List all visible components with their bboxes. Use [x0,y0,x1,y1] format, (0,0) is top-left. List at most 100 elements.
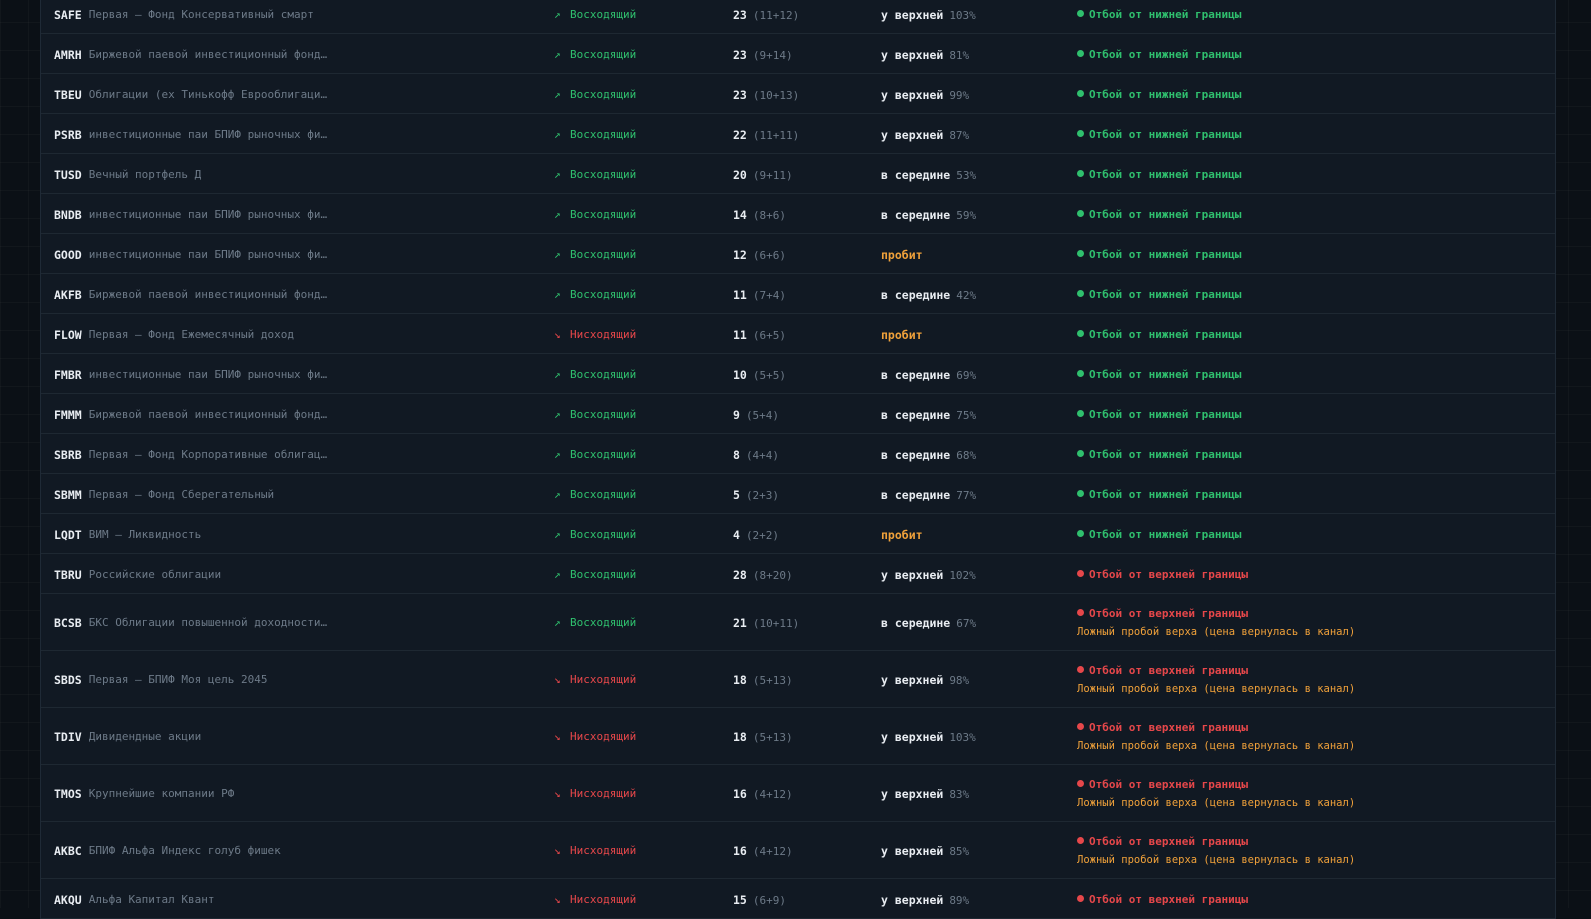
table-row[interactable]: AKBC БПИФ Альфа Индекс голуб фишек ↘ Нисход… [41,822,1555,879]
position-percent: 81% [949,49,970,62]
trend-label: Восходящий [570,408,637,421]
position-label: в середине [881,488,951,502]
fund-cell: FMBR инвестиционные паи БПИФ рыночных фи… [54,368,327,382]
score-detail: (5+4) [745,409,780,422]
fund-name: Первая – БПИФ Моя цель 2045 [88,673,268,686]
position-label: в середине [881,208,951,222]
signal-cell: Отбой от нижней границы [1077,288,1241,301]
signal-cell: Отбой от верхней границы Ложный пробой ве… [1077,721,1355,752]
arrow-up-right-icon: ↗ [554,448,561,461]
table-row[interactable]: FMBR инвестиционные паи БПИФ рыночных фи…… [41,354,1555,394]
signal-label: Отбой от нижней границы [1077,168,1241,181]
score-detail: (5+13) [752,731,793,744]
status-dot-icon [1077,837,1084,844]
score-cell: 18 (5+13) [733,730,793,744]
signal-text: Отбой от нижней границы [1089,128,1242,141]
trend-label: Восходящий [570,288,637,301]
trend-cell: ↗ Восходящий [554,128,636,141]
table-row[interactable]: TMOS Крупнейшие компании РФ ↘ Нисходящий 16 (… [41,765,1555,822]
fund-name: Альфа Капитал Квант [88,893,215,906]
score-detail: (6+6) [752,249,786,262]
ticker: GOOD [54,248,82,262]
table-row[interactable]: PSRB инвестиционные паи БПИФ рыночных фи…… [41,114,1555,154]
channel-position-cell: у верхней 81% [881,48,969,62]
ticker: PSRB [54,128,82,142]
trend-label: Восходящий [570,208,637,221]
signal-cell: Отбой от верхней границы Ложный пробой ве… [1077,778,1355,809]
table-row[interactable]: FMMM Биржевой паевой инвестиционный фонд…… [41,394,1555,434]
signal-text: Отбой от верхней границы [1089,607,1248,620]
ticker: FLOW [54,328,82,342]
table-row[interactable]: SBDS Первая – БПИФ Моя цель 2045 ↘ Нисходящ… [41,651,1555,708]
table-row[interactable]: TUSD Вечный портфель Д ↗ Восходящий 20 (9+11)… [41,154,1555,194]
score-cell: 10 (5+5) [733,368,786,382]
position-label: в середине [881,288,951,302]
table-row[interactable]: BCSB БКС Облигации повышенной доходности…… [41,594,1555,651]
table-row[interactable]: GOOD инвестиционные паи БПИФ рыночных фи…… [41,234,1555,274]
score-value: 18 [733,673,747,687]
channel-position-cell: у верхней 87% [881,128,969,142]
fund-cell: BCSB БКС Облигации повышенной доходности… [54,616,327,630]
fund-cell: FMMM Биржевой паевой инвестиционный фонд… [54,408,327,422]
table-row[interactable]: SBMM Первая – Фонд Сберегательный ↗ Восходя… [41,474,1555,514]
arrow-down-right-icon: ↘ [554,893,561,906]
signal-label: Отбой от нижней границы [1077,8,1241,21]
score-detail: (4+4) [745,449,780,462]
ticker: TDIV [54,730,82,744]
channel-position-cell: пробит [881,328,923,342]
trend-cell: ↗ Восходящий [554,168,636,181]
table-row[interactable]: AMRH Биржевой паевой инвестиционный фонд…… [41,34,1555,74]
fund-cell: SBMM Первая – Фонд Сберегательный [54,488,274,502]
status-dot-icon [1077,410,1084,417]
table-row[interactable]: TBRU Российские облигации ↗ Восходящий 28 (8+… [41,554,1555,594]
table-row[interactable]: TDIV Дивидендные акции ↘ Нисходящий 18 (5+13)… [41,708,1555,765]
fund-name: Биржевой паевой инвестиционный фонд… [88,288,328,301]
arrow-up-right-icon: ↗ [554,408,561,421]
table-row[interactable]: SBRB Первая – Фонд Корпоративные облигац…… [41,434,1555,474]
score-detail: (4+12) [752,788,793,801]
signal-text: Отбой от верхней границы [1089,835,1248,848]
ticker: AMRH [54,48,82,62]
ticker: AKQU [54,893,82,907]
trend-cell: ↗ Восходящий [554,616,636,629]
status-dot-icon [1077,50,1084,57]
fund-name: Первая – Фонд Ежемесячный доход [88,328,295,341]
arrow-up-right-icon: ↗ [554,528,561,541]
score-detail: (11+12) [752,9,800,22]
position-label: у верхней [881,844,944,858]
signal-label: Отбой от верхней границы [1077,835,1248,848]
table-row[interactable]: BNDB инвестиционные паи БПИФ рыночных фи…… [41,194,1555,234]
channel-position-cell: у верхней 85% [881,844,969,858]
position-percent: 87% [949,129,970,142]
table-row[interactable]: FLOW Первая – Фонд Ежемесячный доход ↘ Нисх… [41,314,1555,354]
trend-label: Восходящий [570,488,637,501]
table-row[interactable]: TBEU Облигации (ex Тинькофф Еврооблигаци…… [41,74,1555,114]
table-row[interactable]: AKFB Биржевой паевой инвестиционный фонд…… [41,274,1555,314]
table-row[interactable]: LQDT ВИМ – Ликвидность ↗ Восходящий 4 (2+2) пр… [41,514,1555,554]
score-value: 11 [733,288,747,302]
position-label: в середине [881,408,951,422]
signal-text: Отбой от нижней границы [1089,168,1242,181]
table-row[interactable]: SAFE Первая – Фонд Консервативный смарт ↗ В… [41,0,1555,34]
arrow-down-right-icon: ↘ [554,328,561,341]
position-percent: 98% [949,674,970,687]
arrow-up-right-icon: ↗ [554,616,561,629]
score-detail: (2+2) [745,529,780,542]
signal-label: Отбой от нижней границы [1077,488,1241,501]
signal-label: Отбой от нижней границы [1077,48,1241,61]
position-label: у верхней [881,48,944,62]
trend-label: Восходящий [570,448,637,461]
score-detail: (11+11) [752,129,800,142]
position-percent: 53% [956,169,977,182]
signal-text: Отбой от нижней границы [1089,8,1242,21]
fund-cell: PSRB инвестиционные паи БПИФ рыночных фи… [54,128,327,142]
trend-cell: ↗ Восходящий [554,88,636,101]
position-percent: 99% [949,89,970,102]
position-percent: 68% [956,449,977,462]
position-label: у верхней [881,568,944,582]
score-cell: 12 (6+6) [733,248,786,262]
position-percent: 103% [949,731,976,744]
table-row[interactable]: AKQU Альфа Капитал Квант ↘ Нисходящий 15 (6+9… [41,879,1555,919]
fund-name: Крупнейшие компании РФ [88,787,235,800]
signal-label: Отбой от нижней границы [1077,128,1241,141]
